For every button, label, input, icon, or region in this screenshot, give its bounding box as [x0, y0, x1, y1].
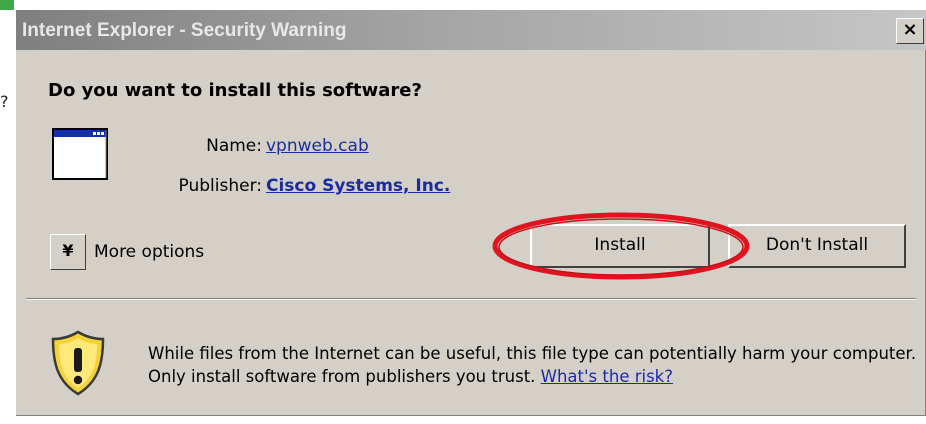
- background-accent: [0, 0, 14, 10]
- close-icon: ×: [902, 19, 918, 40]
- close-button[interactable]: ×: [896, 18, 924, 44]
- more-options-label[interactable]: More options: [94, 242, 204, 262]
- security-warning-dialog: Internet Explorer - Security Warning × D…: [14, 8, 926, 416]
- more-options-toggle[interactable]: ¥: [50, 234, 86, 270]
- dont-install-button[interactable]: Don't Install: [728, 224, 906, 268]
- install-button[interactable]: Install: [530, 224, 710, 268]
- dialog-heading: Do you want to install this software?: [48, 80, 422, 101]
- warning-message: While files from the Internet can be use…: [148, 342, 918, 388]
- warning-text: While files from the Internet can be use…: [148, 344, 917, 386]
- whats-the-risk-link[interactable]: What's the risk?: [541, 367, 673, 386]
- publisher-link[interactable]: Cisco Systems, Inc.: [266, 176, 450, 196]
- name-label: Name:: [206, 136, 262, 156]
- window-title: Internet Explorer - Security Warning: [22, 20, 347, 41]
- security-shield-icon: [51, 330, 105, 396]
- application-window-icon: [52, 128, 108, 180]
- bottom-edge: [0, 416, 926, 424]
- background-edge-glyph: ?: [0, 92, 9, 111]
- chevron-down-icon: ¥: [62, 241, 74, 260]
- background-window-edge: ?: [0, 0, 14, 424]
- file-name-link[interactable]: vpnweb.cab: [266, 136, 369, 156]
- title-bar[interactable]: Internet Explorer - Security Warning ×: [16, 10, 926, 50]
- publisher-label: Publisher:: [178, 176, 262, 196]
- divider: [26, 298, 916, 300]
